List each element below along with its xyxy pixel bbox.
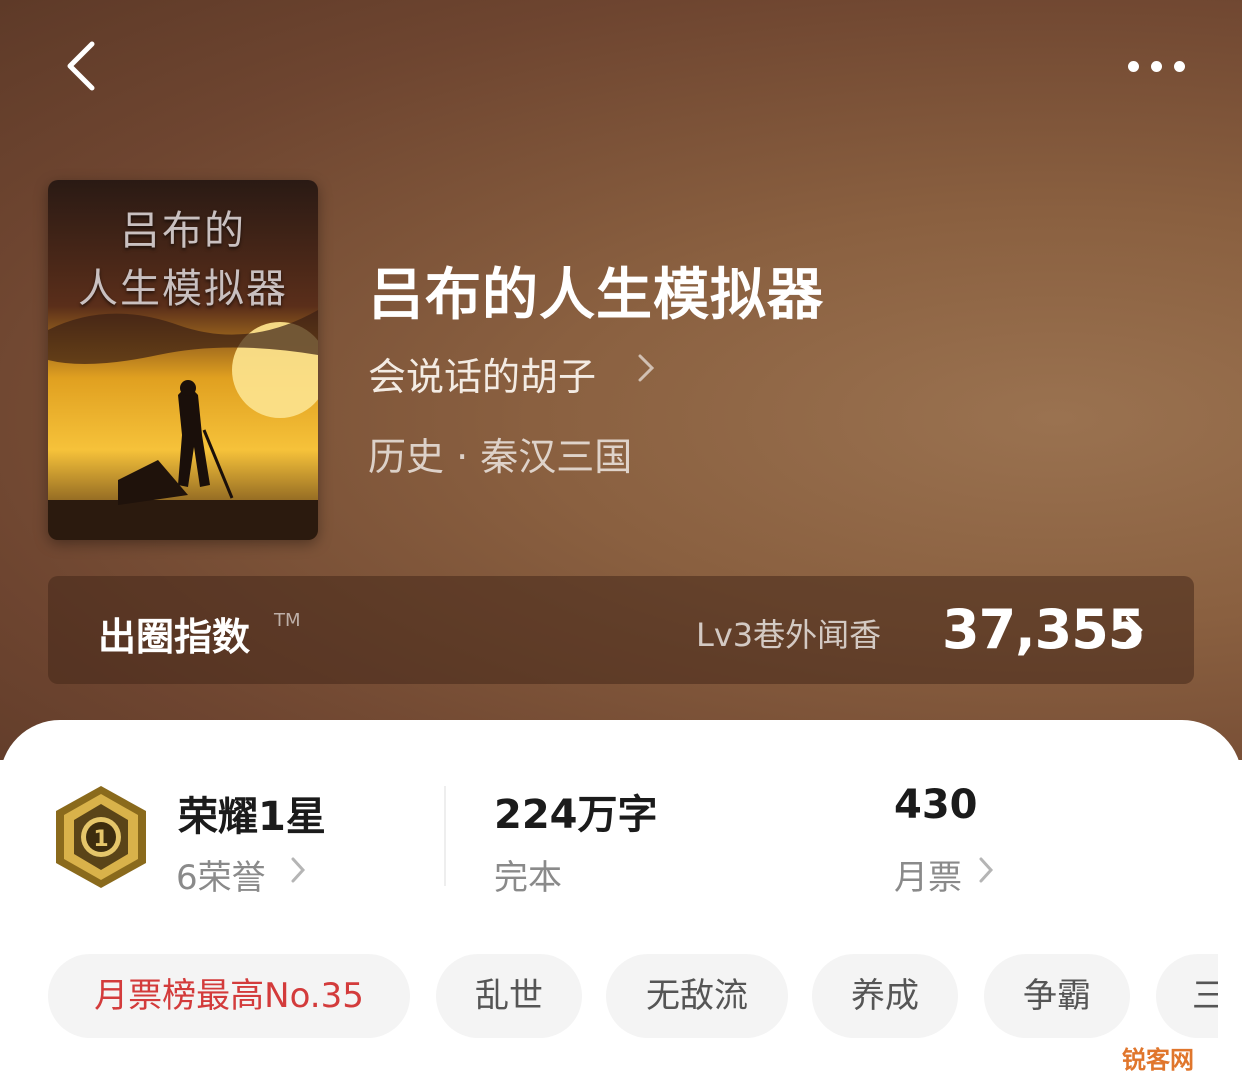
more-dot — [1151, 60, 1162, 72]
watermark: 锐客网 — [1122, 1046, 1194, 1074]
word-count: 224万字 — [494, 792, 658, 838]
index-value: 37,355 — [942, 598, 1145, 661]
author-link[interactable]: 会说话的胡子 — [368, 346, 596, 401]
honor-count-link[interactable]: 6荣誉 — [176, 850, 266, 899]
book-status: 完本 — [494, 858, 562, 898]
more-icon[interactable] — [1128, 54, 1188, 78]
tag-item[interactable]: 争霸 — [984, 954, 1130, 1038]
more-dot — [1128, 60, 1139, 72]
honor-title: 荣耀1星 — [178, 794, 326, 840]
cover-title-line1: 吕布的 — [120, 208, 246, 254]
monthly-votes-link[interactable]: 月票 — [894, 850, 962, 899]
monthly-votes-count: 430 — [894, 782, 978, 828]
tag-item[interactable]: 养成 — [812, 954, 958, 1038]
svg-text:1: 1 — [93, 827, 108, 852]
trademark-mark: TM — [274, 610, 301, 631]
back-icon[interactable] — [60, 38, 108, 94]
chevron-right-icon — [979, 857, 994, 883]
index-label: 出圈指数 — [98, 615, 251, 659]
chevron-right-icon — [638, 354, 655, 382]
more-dot — [1174, 60, 1185, 72]
tag-ranking[interactable]: 月票榜最高No.35 — [48, 954, 410, 1038]
chevron-right-icon — [291, 857, 306, 883]
influence-index-bar[interactable]: 出圈指数 TM Lv3巷外闻香 37,355 — [48, 576, 1194, 684]
book-cover[interactable]: 吕布的 人生模拟器 — [48, 180, 318, 540]
cover-title: 吕布的 人生模拟器 — [48, 202, 318, 318]
honor-badge-icon: 1 — [56, 786, 146, 888]
index-level: Lv3巷外闻香 — [696, 616, 882, 654]
stats-divider — [444, 786, 446, 886]
chevron-right-icon — [1126, 616, 1143, 644]
book-title: 吕布的人生模拟器 — [368, 262, 824, 328]
book-category: 历史 · 秦汉三国 — [368, 435, 633, 479]
tag-item[interactable]: 无敌流 — [606, 954, 788, 1038]
tag-item[interactable]: 乱世 — [436, 954, 582, 1038]
cover-title-line2: 人生模拟器 — [78, 266, 288, 312]
